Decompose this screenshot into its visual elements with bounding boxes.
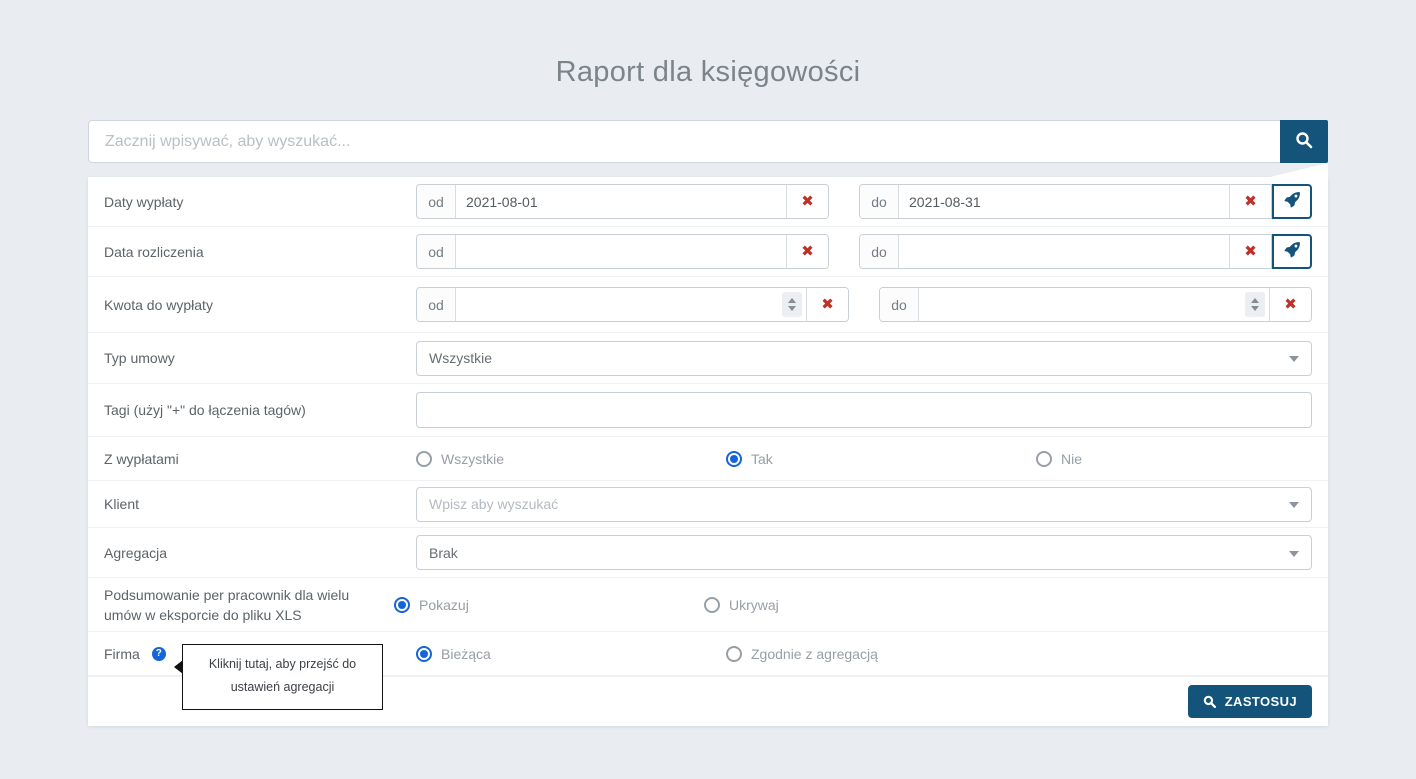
agregacja-select[interactable]: Brak	[416, 535, 1312, 570]
row-label: Typ umowy	[104, 348, 416, 368]
search-bar	[88, 120, 1328, 163]
spin-down-icon	[788, 306, 796, 311]
row-label: Daty wypłaty	[104, 192, 416, 212]
radio-biezaca[interactable]: Bieżąca	[416, 646, 726, 662]
rocket-button[interactable]	[1272, 184, 1312, 219]
select-value: Wszystkie	[429, 350, 492, 366]
chevron-down-icon	[1289, 356, 1299, 362]
radio-pokazuj[interactable]: Pokazuj	[394, 597, 704, 613]
tooltip-line-2: ustawień agregacji	[193, 676, 372, 699]
radio-zgodnie-z-agregacja[interactable]: Zgodnie z agregacją	[726, 646, 878, 662]
row-label: Kwota do wypłaty	[104, 295, 416, 315]
daty-wyplaty-do-input[interactable]	[899, 185, 1229, 218]
clear-button[interactable]: ✖	[1269, 288, 1311, 321]
clear-icon: ✖	[1244, 194, 1257, 209]
number-spinner[interactable]	[1245, 292, 1265, 317]
prefix-od: od	[417, 235, 456, 268]
prefix-od: od	[417, 185, 456, 218]
radio-icon	[1036, 451, 1052, 467]
select-placeholder: Wpisz aby wyszukać	[429, 496, 558, 512]
radio-tak[interactable]: Tak	[726, 451, 1036, 467]
row-label: Z wypłatami	[104, 449, 416, 469]
row-label: Agregacja	[104, 543, 416, 563]
form-row-podsumowanie: Podsumowanie per pracownik dla wielu umó…	[88, 578, 1328, 632]
typ-umowy-select[interactable]: Wszystkie	[416, 341, 1312, 376]
number-spinner[interactable]	[782, 292, 802, 317]
radio-icon	[726, 451, 742, 467]
klient-select[interactable]: Wpisz aby wyszukać	[416, 487, 1312, 522]
spin-up-icon	[788, 298, 796, 303]
date-from-group: od ✖	[416, 184, 829, 219]
chevron-down-icon	[1289, 551, 1299, 557]
form-row-data-rozliczenia: Data rozliczenia od ✖ do ✖	[88, 227, 1328, 277]
spin-down-icon	[1251, 306, 1259, 311]
spin-up-icon	[1251, 298, 1259, 303]
radio-ukrywaj[interactable]: Ukrywaj	[704, 597, 779, 613]
radio-icon	[416, 646, 432, 662]
tooltip: Kliknij tutaj, aby przejść do ustawień a…	[182, 644, 383, 710]
radio-nie[interactable]: Nie	[1036, 451, 1082, 467]
filters-panel: Daty wypłaty od ✖ do ✖	[88, 177, 1328, 726]
prefix-do: do	[880, 288, 919, 321]
clear-icon: ✖	[821, 297, 834, 312]
clear-icon: ✖	[1284, 297, 1297, 312]
clear-button[interactable]: ✖	[806, 288, 848, 321]
kwota-do-input[interactable]	[919, 288, 1269, 321]
clear-button[interactable]: ✖	[1229, 185, 1271, 218]
tagi-input[interactable]	[416, 392, 1312, 428]
date-to-group: do ✖	[859, 234, 1272, 269]
rocket-icon	[1284, 242, 1300, 261]
search-button[interactable]	[1280, 120, 1328, 163]
prefix-do: do	[860, 185, 899, 218]
clear-button[interactable]: ✖	[786, 185, 828, 218]
rocket-button[interactable]	[1272, 234, 1312, 269]
prefix-od: od	[417, 288, 456, 321]
form-row-tagi: Tagi (użyj "+" do łączenia tagów)	[88, 384, 1328, 437]
form-row-kwota-do-wyplaty: Kwota do wypłaty od ✖ do ✖	[88, 277, 1328, 333]
form-row-typ-umowy: Typ umowy Wszystkie	[88, 333, 1328, 384]
row-label: Tagi (użyj "+" do łączenia tagów)	[104, 400, 416, 420]
daty-wyplaty-od-input[interactable]	[456, 185, 786, 218]
apply-button-label: ZASTOSUJ	[1225, 694, 1297, 709]
rocket-icon	[1284, 192, 1300, 211]
chevron-down-icon	[1289, 502, 1299, 508]
search-input[interactable]	[88, 120, 1280, 163]
prefix-do: do	[860, 235, 899, 268]
data-rozliczenia-do-input[interactable]	[899, 235, 1229, 268]
radio-icon	[704, 597, 720, 613]
search-icon	[1295, 131, 1313, 152]
form-row-agregacja: Agregacja Brak	[88, 528, 1328, 578]
amount-from-group: od ✖	[416, 287, 849, 322]
question-circle-icon[interactable]: ?	[152, 647, 166, 661]
date-to-group: do ✖	[859, 184, 1272, 219]
radio-icon	[416, 451, 432, 467]
form-row-daty-wyplaty: Daty wypłaty od ✖ do ✖	[88, 177, 1328, 227]
form-row-klient: Klient Wpisz aby wyszukać	[88, 481, 1328, 528]
clear-button[interactable]: ✖	[1229, 235, 1271, 268]
radio-wszystkie[interactable]: Wszystkie	[416, 451, 726, 467]
apply-button[interactable]: ZASTOSUJ	[1188, 685, 1312, 718]
tooltip-line-1: Kliknij tutaj, aby przejść do	[193, 653, 372, 676]
form-row-z-wyplatami: Z wypłatami Wszystkie Tak Nie	[88, 437, 1328, 481]
row-label: Klient	[104, 494, 416, 514]
page-title: Raport dla księgowości	[88, 0, 1328, 89]
clear-icon: ✖	[801, 244, 814, 259]
data-rozliczenia-od-input[interactable]	[456, 235, 786, 268]
radio-icon	[726, 646, 742, 662]
select-value: Brak	[429, 545, 458, 561]
date-from-group: od ✖	[416, 234, 829, 269]
page: Raport dla księgowości Daty wypłaty od ✖…	[88, 0, 1328, 726]
clear-icon: ✖	[801, 194, 814, 209]
panel-corner-flap	[1270, 163, 1328, 177]
amount-to-group: do ✖	[879, 287, 1312, 322]
kwota-od-input[interactable]	[456, 288, 806, 321]
row-label: Data rozliczenia	[104, 242, 416, 262]
clear-button[interactable]: ✖	[786, 235, 828, 268]
radio-icon	[394, 597, 410, 613]
clear-icon: ✖	[1244, 244, 1257, 259]
row-label: Podsumowanie per pracownik dla wielu umó…	[104, 585, 394, 625]
row-label: Firma	[104, 644, 140, 664]
search-icon	[1203, 695, 1216, 708]
